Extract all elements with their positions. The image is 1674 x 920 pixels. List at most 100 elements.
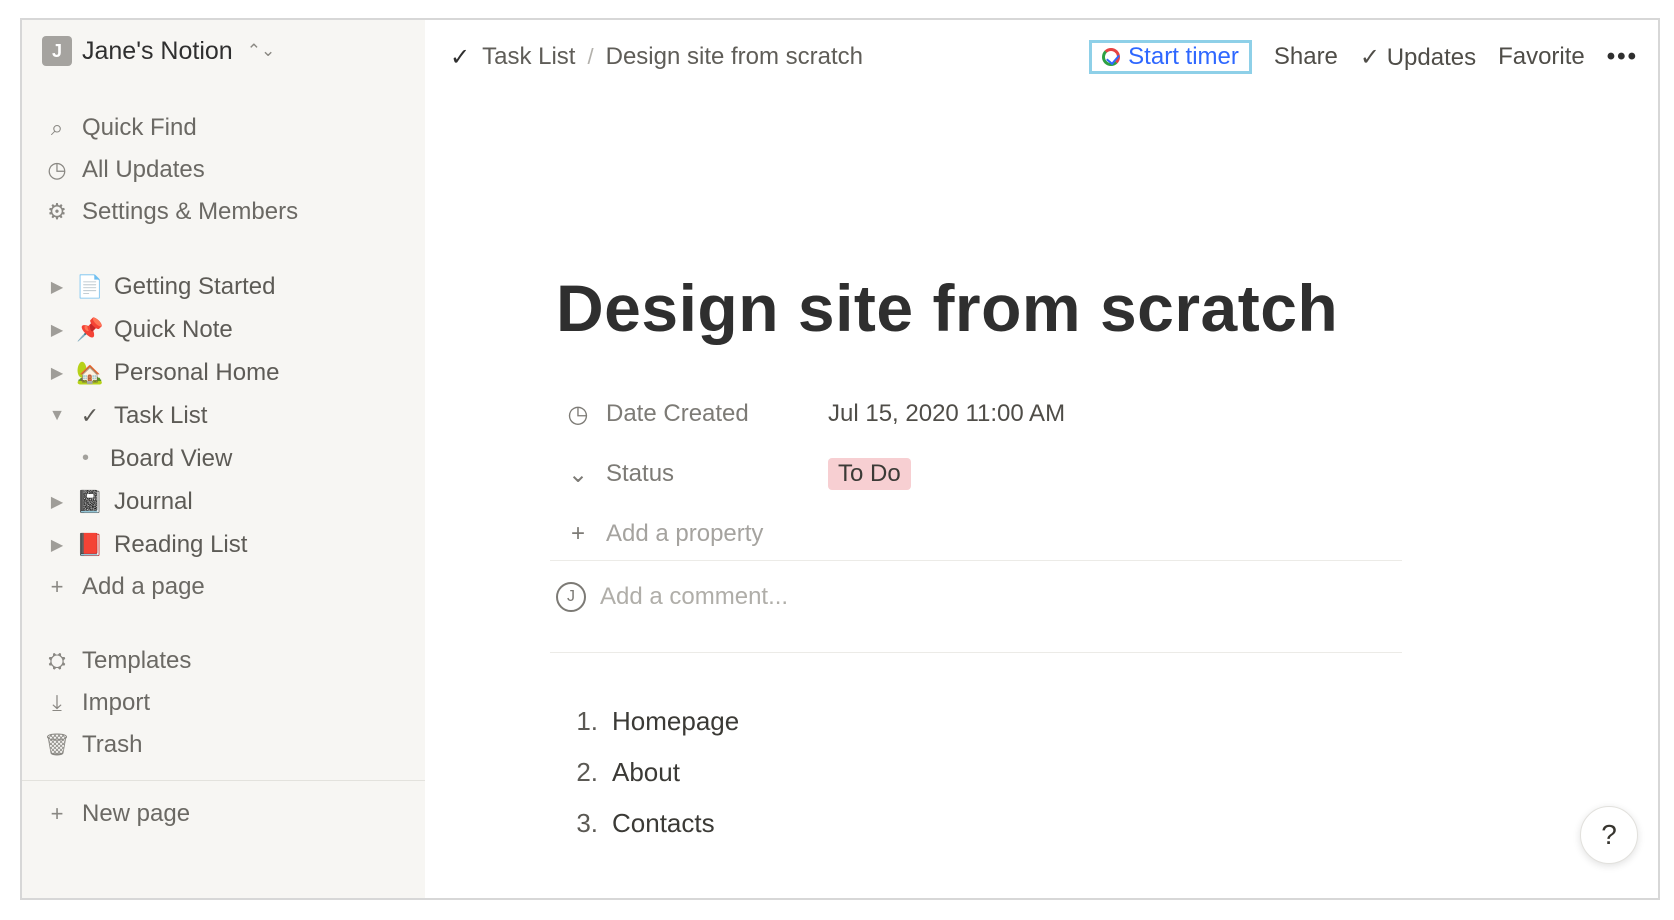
share-button[interactable]: Share — [1274, 43, 1338, 71]
divider — [550, 652, 1402, 653]
book-icon: 📕 — [76, 531, 104, 557]
comment-placeholder: Add a comment... — [600, 583, 789, 610]
numbered-list: 1. Homepage 2. About 3. Contacts — [556, 696, 1256, 849]
sidebar: J Jane's Notion ⌃⌄ ⌕ Quick Find ◷ All Up… — [22, 20, 425, 898]
workspace-switcher[interactable]: J Jane's Notion ⌃⌄ — [42, 36, 275, 66]
sidebar-pages: ▶ 📄 Getting Started ▶ 📌 Quick Note ▶ 🏡 P… — [42, 265, 402, 608]
sidebar-item-trash[interactable]: 🗑 Trash — [42, 724, 402, 766]
breadcrumb: ✓ Task List / Design site from scratch — [450, 43, 863, 72]
list-item[interactable]: 1. Homepage — [556, 696, 1256, 747]
check-icon: ✓ — [450, 43, 471, 71]
property-date-created[interactable]: ◷ Date Created Jul 15, 2020 11:00 AM — [556, 384, 1416, 444]
pin-icon: 📌 — [76, 316, 104, 342]
help-button[interactable]: ? — [1580, 806, 1638, 864]
sidebar-page-journal[interactable]: ▶ 📓 Journal — [42, 480, 402, 523]
trash-icon: 🗑 — [43, 732, 71, 757]
more-options-icon[interactable]: ••• — [1607, 43, 1638, 71]
sidebar-item-label: Templates — [82, 647, 192, 674]
expand-toggle-icon[interactable]: ▶ — [42, 535, 72, 555]
clock-icon: ◷ — [47, 157, 67, 182]
add-property-button[interactable]: + Add a property — [556, 504, 1416, 564]
property-value: Jul 15, 2020 11:00 AM — [828, 400, 1066, 427]
sidebar-nav: ⌕ Quick Find ◷ All Updates ⚙ Settings & … — [42, 107, 402, 233]
sidebar-item-all-updates[interactable]: ◷ All Updates — [42, 149, 402, 191]
expand-toggle-icon[interactable]: ▶ — [42, 277, 72, 297]
document-icon: 📄 — [76, 273, 104, 299]
comment-input[interactable]: J Add a comment... — [556, 582, 788, 612]
add-property-label: Add a property — [606, 520, 764, 547]
sidebar-page-personal-home[interactable]: ▶ 🏡 Personal Home — [42, 351, 402, 394]
sidebar-item-label: Trash — [82, 731, 143, 758]
divider — [550, 560, 1402, 561]
sidebar-page-label: Reading List — [114, 530, 248, 558]
new-page-button[interactable]: + New page — [42, 800, 191, 828]
sidebar-item-settings[interactable]: ⚙ Settings & Members — [42, 191, 402, 233]
add-page-label: Add a page — [82, 573, 205, 600]
timer-check-icon — [1102, 48, 1121, 66]
sidebar-bottom-nav: ⛭ Templates ⤓ Import 🗑 Trash — [42, 640, 402, 766]
property-label: Status — [606, 460, 675, 487]
clock-icon: ◷ — [567, 400, 589, 428]
sidebar-item-import[interactable]: ⤓ Import — [42, 682, 402, 724]
sidebar-page-reading-list[interactable]: ▶ 📕 Reading List — [42, 523, 402, 566]
bullet-icon: • — [82, 447, 90, 469]
topbar: ✓ Task List / Design site from scratch S… — [450, 32, 1638, 82]
sidebar-item-label: Settings & Members — [82, 198, 299, 225]
sidebar-page-label: Journal — [114, 487, 193, 515]
sidebar-page-getting-started[interactable]: ▶ 📄 Getting Started — [42, 265, 402, 308]
expand-toggle-icon[interactable]: ▶ — [42, 320, 72, 340]
expand-toggle-icon[interactable]: ▶ — [42, 363, 72, 383]
start-timer-button[interactable]: Start timer — [1089, 40, 1252, 74]
expand-toggle-icon[interactable]: ▶ — [42, 492, 72, 512]
check-icon: ✓ — [1359, 43, 1381, 71]
sidebar-page-quick-note[interactable]: ▶ 📌 Quick Note — [42, 308, 402, 351]
plus-icon: + — [50, 801, 64, 826]
sidebar-item-quick-find[interactable]: ⌕ Quick Find — [42, 107, 402, 149]
sidebar-page-label: Board View — [110, 444, 233, 472]
start-timer-label: Start timer — [1128, 43, 1239, 70]
search-icon: ⌕ — [50, 115, 64, 140]
add-page-button[interactable]: + Add a page — [42, 566, 402, 608]
collapse-toggle-icon[interactable]: ▼ — [42, 407, 72, 425]
list-number: 2. — [576, 757, 598, 787]
list-text: Contacts — [612, 808, 715, 838]
status-icon: ⌄ — [567, 460, 589, 488]
gear-icon: ⚙ — [47, 199, 67, 224]
plus-icon: + — [570, 520, 585, 547]
updates-button[interactable]: ✓ Updates — [1360, 43, 1476, 72]
sidebar-divider — [22, 780, 425, 781]
top-actions: Start timer Share ✓ Updates Favorite ••• — [1089, 40, 1638, 74]
sidebar-item-label: Quick Find — [82, 114, 197, 141]
sidebar-page-board-view[interactable]: • Board View — [42, 437, 402, 480]
breadcrumb-separator: / — [587, 44, 594, 69]
page-title[interactable]: Design site from scratch — [556, 270, 1338, 346]
status-badge[interactable]: To Do — [828, 458, 911, 490]
templates-icon: ⛭ — [48, 648, 66, 673]
favorite-button[interactable]: Favorite — [1498, 43, 1585, 71]
list-text: About — [612, 757, 680, 787]
breadcrumb-current-page[interactable]: Design site from scratch — [606, 43, 863, 71]
breadcrumb-task-list[interactable]: Task List — [482, 43, 575, 71]
avatar: J — [556, 582, 586, 612]
list-number: 3. — [576, 808, 598, 838]
notebook-icon: 📓 — [76, 488, 104, 514]
check-icon: ✓ — [80, 402, 100, 428]
list-number: 1. — [576, 706, 598, 736]
sidebar-page-label: Quick Note — [114, 315, 233, 343]
sidebar-page-task-list[interactable]: ▼ ✓ Task List — [42, 394, 402, 437]
sidebar-page-label: Getting Started — [114, 272, 276, 300]
sidebar-page-label: Task List — [114, 401, 208, 429]
plus-icon: + — [50, 574, 64, 599]
home-icon: 🏡 — [76, 359, 104, 385]
property-label: Date Created — [606, 400, 749, 427]
page-properties: ◷ Date Created Jul 15, 2020 11:00 AM ⌄ S… — [556, 384, 1416, 564]
list-item[interactable]: 2. About — [556, 747, 1256, 798]
sidebar-item-templates[interactable]: ⛭ Templates — [42, 640, 402, 682]
sidebar-item-label: All Updates — [82, 156, 205, 183]
list-item[interactable]: 3. Contacts — [556, 798, 1256, 849]
workspace-avatar: J — [42, 36, 72, 66]
import-icon: ⤓ — [52, 690, 62, 715]
property-status[interactable]: ⌄ Status To Do — [556, 444, 1416, 504]
sidebar-item-label: Import — [82, 689, 151, 716]
new-page-label: New page — [82, 800, 191, 827]
